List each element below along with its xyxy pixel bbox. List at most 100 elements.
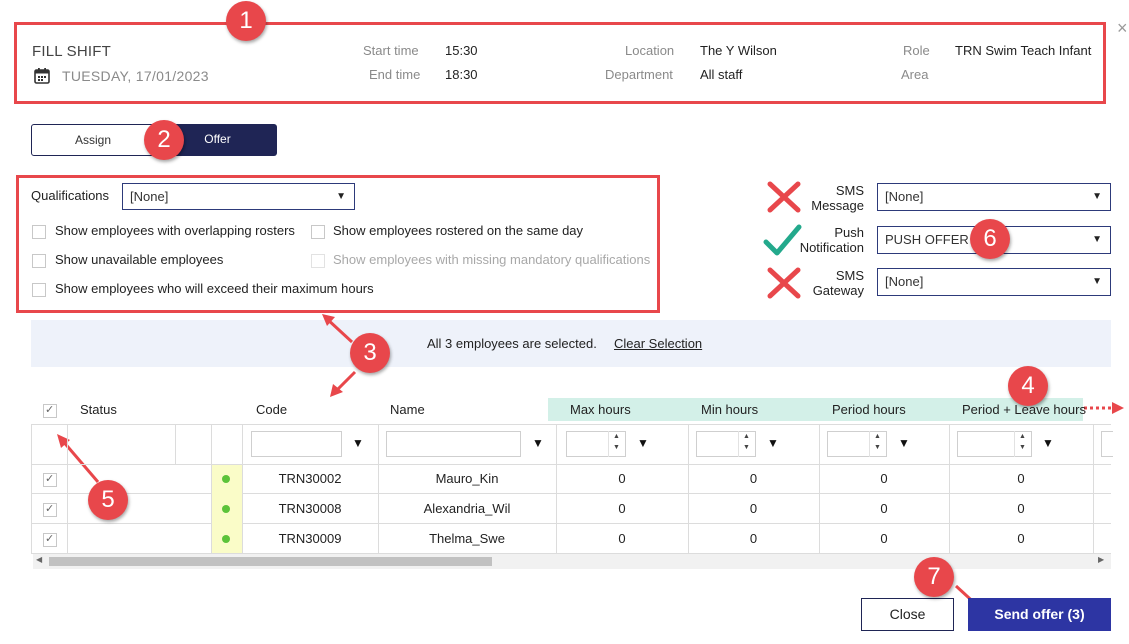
scroll-left-icon[interactable]: ◀ [36,555,42,564]
name-filter-input[interactable] [386,431,521,457]
sms-gateway-label: SMS Gateway [800,268,864,298]
row-max-hours: 0 [618,501,626,516]
annotation-badge-2: 2 [144,120,184,160]
row-min-hours: 0 [749,471,758,486]
missing-quals-checkbox [311,254,325,268]
push-notification-label-line1: Push [834,225,864,240]
spinner-icon[interactable]: ▲ ▼ [869,431,885,457]
sms-message-status-icon [766,180,802,217]
close-dialog-icon[interactable]: × [1117,18,1128,39]
sms-message-select[interactable]: [None] ▼ [877,183,1111,211]
row-period-leave-hours: 0 [1017,501,1025,516]
name-header[interactable]: Name [390,402,425,417]
sms-gateway-status-icon [766,266,802,303]
row-checkbox[interactable] [43,472,57,487]
sms-gateway-label-line2: Gateway [812,283,864,298]
clear-selection-link[interactable]: Clear Selection [614,336,702,351]
scrollbar-thumb[interactable] [49,557,492,566]
annotation-badge-4: 4 [1008,366,1048,406]
spinner-icon[interactable]: ▲ ▼ [1014,431,1030,457]
annotation-badge-7: 7 [914,557,954,597]
push-notification-select-value: PUSH OFFER [885,232,969,247]
same-day-checkbox[interactable] [311,225,325,239]
filter-icon[interactable]: ▼ [532,436,544,450]
role-label: Role [903,43,930,58]
row-code: TRN30008 [278,501,342,516]
filter-icon[interactable]: ▼ [637,436,649,450]
min-hours-header[interactable]: Min hours [701,402,758,417]
unavailable-checkbox[interactable] [32,254,46,268]
row-name: Mauro_Kin [435,471,499,486]
sms-message-label-line2: Message [811,198,864,213]
area-label: Area [901,67,929,82]
row-code: TRN30009 [278,531,342,546]
exceed-max-checkbox[interactable] [32,283,46,297]
sms-gateway-select[interactable]: [None] ▼ [877,268,1111,296]
code-filter-input[interactable] [251,431,342,457]
row-min-hours: 0 [749,531,758,546]
sms-gateway-label-line1: SMS [835,268,864,283]
row-period-hours: 0 [880,531,888,546]
close-button[interactable]: Close [861,598,954,631]
overlapping-checkbox[interactable] [32,225,46,239]
chevron-down-icon: ▼ [336,191,346,202]
qualifications-select[interactable]: [None] ▼ [122,183,355,210]
same-day-label: Show employees rostered on the same day [333,223,584,238]
department-value: All staff [700,67,743,82]
push-notification-label-line2: Notification [799,240,864,255]
scroll-right-icon[interactable]: ▶ [1098,555,1104,564]
missing-quals-label: Show employees with missing mandatory qu… [333,252,651,267]
shift-date: TUESDAY, 17/01/2023 [62,68,209,84]
row-min-hours: 0 [749,501,758,516]
sms-message-label: SMS Message [800,183,864,213]
row-period-leave-hours: 0 [1017,531,1025,546]
annotation-badge-3: 3 [350,333,390,373]
max-hours-header[interactable]: Max hours [570,402,631,417]
filter-icon[interactable]: ▼ [1042,436,1054,450]
sms-gateway-select-value: [None] [885,274,924,289]
annotation-badge-5: 5 [88,480,128,520]
annotation-box-header [14,22,1106,104]
page-title: FILL SHIFT [32,43,111,60]
location-label: Location [625,43,675,58]
chevron-down-icon: ▼ [1092,234,1102,245]
start-time-label: Start time [363,43,419,58]
row-period-leave-hours: 0 [1017,471,1025,486]
filter-icon[interactable]: ▼ [898,436,910,450]
filter-icon[interactable]: ▼ [352,436,364,450]
grid-line [175,424,176,464]
grid-line [67,424,68,554]
status-dot [222,535,230,543]
row-name: Thelma_Swe [429,531,505,546]
row-code: TRN30002 [278,471,342,486]
spinner-icon[interactable]: ▲ ▼ [738,431,754,457]
period-hours-header[interactable]: Period hours [832,402,906,417]
sms-message-select-value: [None] [885,189,924,204]
qualifications-label: Qualifications [31,188,110,203]
row-period-hours: 0 [880,471,888,486]
location-value: The Y Wilson [700,43,777,58]
row-checkbox[interactable] [43,502,57,517]
code-header[interactable]: Code [256,402,287,417]
row-checkbox[interactable] [43,532,57,547]
status-dot [222,505,230,513]
assign-tab[interactable]: Assign [31,124,155,156]
calendar-icon [34,67,50,87]
send-offer-button[interactable]: Send offer (3) [968,598,1111,631]
filter-icon[interactable]: ▼ [767,436,779,450]
start-time-value: 15:30 [445,43,478,58]
exceed-max-label: Show employees who will exceed their max… [55,281,374,296]
role-value: TRN Swim Teach Infant [955,43,1092,58]
row-max-hours: 0 [618,531,626,546]
selection-message: All 3 employees are selected. [427,336,597,351]
row-max-hours: 0 [618,471,626,486]
chevron-down-icon: ▼ [1092,191,1102,202]
row-name: Alexandria_Wil [423,501,511,516]
next-column-filter-input[interactable] [1101,431,1113,457]
spinner-icon[interactable]: ▲ ▼ [608,431,624,457]
row-period-hours: 0 [880,501,888,516]
qualifications-select-value: [None] [130,189,169,204]
status-header[interactable]: Status [80,402,117,417]
status-dot [222,475,230,483]
select-all-checkbox[interactable] [43,403,57,418]
